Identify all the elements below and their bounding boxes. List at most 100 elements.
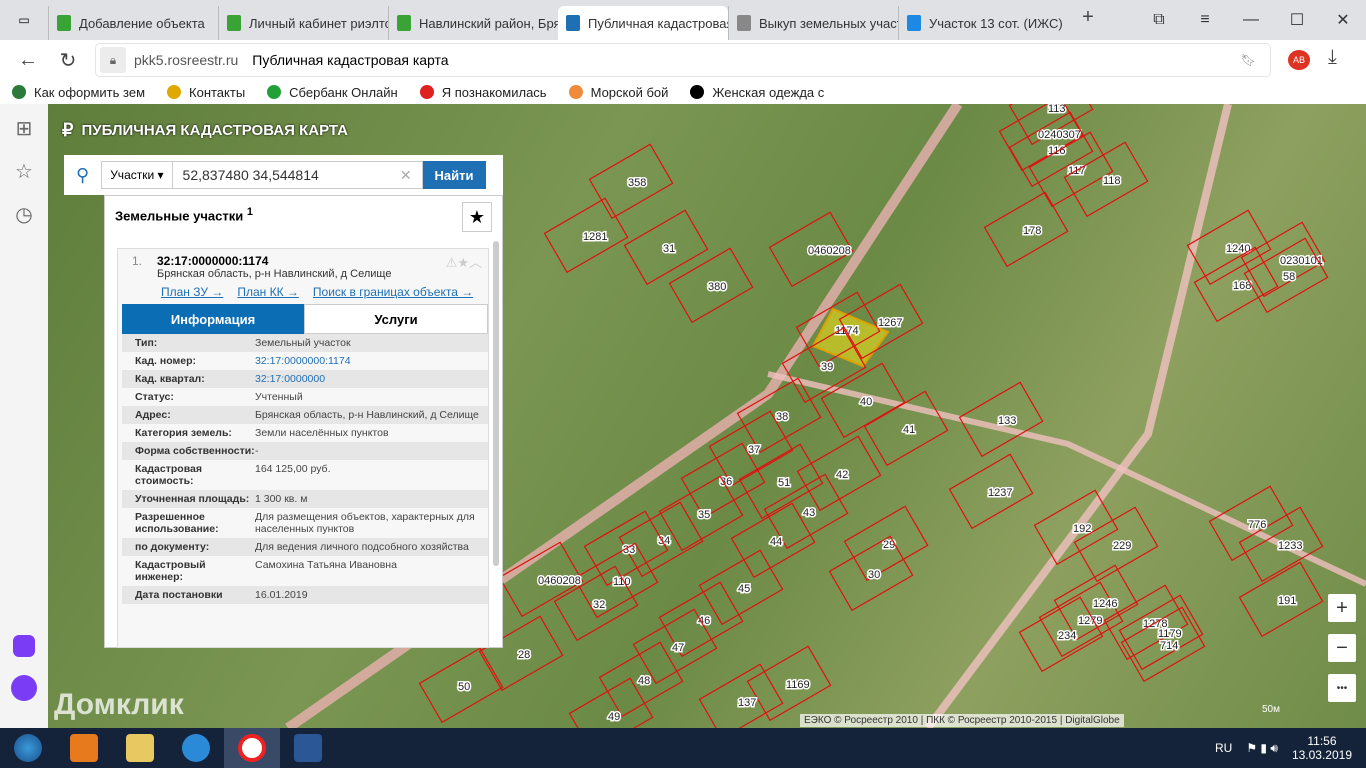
info-value: Самохина Татьяна Ивановна	[255, 559, 397, 571]
tab-info[interactable]: Информация	[122, 304, 304, 334]
info-value[interactable]: 32:17:0000000	[255, 373, 488, 385]
downloads-icon[interactable]: ⤓	[1328, 46, 1337, 69]
reload-button[interactable]: ↻	[48, 48, 88, 73]
scrollbar[interactable]	[493, 241, 499, 566]
bookmark-item[interactable]: Морской бой	[568, 85, 668, 100]
history-clock-icon[interactable]: ◷	[15, 202, 32, 227]
lock-icon: 🔒︎	[100, 47, 126, 73]
parcel-label: 1237	[988, 487, 1012, 499]
parcel-label: 48	[638, 675, 650, 687]
parcel-label: 1179	[1158, 628, 1182, 640]
tab-services[interactable]: Услуги	[304, 304, 488, 334]
info-key: Тип:	[135, 337, 158, 349]
parcel-label: 58	[1283, 271, 1295, 283]
ie-icon[interactable]	[168, 728, 224, 768]
info-row: Статус: Учтенный	[122, 388, 488, 406]
tray-icons[interactable]: ⚑ ▮ 🔊︎	[1246, 741, 1278, 756]
bookmark-item[interactable]: Сбербанк Онлайн	[267, 85, 398, 100]
tab-favicon-icon	[397, 15, 411, 31]
info-key: Кадастровый инженер:	[135, 559, 206, 583]
parcel-label: 380	[708, 281, 726, 293]
parcel-label: 776	[1248, 519, 1266, 531]
search-type-select[interactable]: Участки ▾	[101, 161, 173, 189]
browser-tab[interactable]: Публичная кадастровая карта✕	[558, 6, 728, 40]
word-icon[interactable]	[280, 728, 336, 768]
parcel-label: 137	[738, 697, 756, 709]
zoom-in-button[interactable]: +	[1328, 594, 1356, 622]
browser-tab[interactable]: Выкуп земельных участков	[728, 6, 898, 40]
plan-kk-link[interactable]: План КК →	[237, 285, 299, 299]
info-row: Категория земель: Земли населённых пункто…	[122, 424, 488, 442]
bookmark-icon[interactable]: 🔖︎	[1241, 53, 1256, 67]
tabs-panel-icon[interactable]: ▭	[0, 0, 48, 40]
info-value[interactable]: 32:17:0000000:1174	[255, 355, 488, 367]
bookmark-favicon-icon	[12, 85, 26, 99]
favorites-button[interactable]: ★	[462, 202, 492, 232]
tab-favicon-icon	[57, 15, 71, 31]
media-player-icon[interactable]	[56, 728, 112, 768]
bookmark-item[interactable]: Женская одежда с	[690, 85, 824, 100]
info-row: Дата постановки 16.01.2019	[122, 586, 488, 604]
tab-title: Навлинский район, Брянская	[419, 15, 558, 31]
result-cad-number[interactable]: 32:17:0000000:1174	[157, 254, 268, 268]
menu-icon[interactable]: ≡	[1182, 11, 1228, 29]
parcel-label: 118	[1103, 175, 1121, 187]
plan-zu-link[interactable]: План ЗУ →	[161, 285, 223, 299]
apps-grid-icon[interactable]: ⊞	[16, 116, 33, 141]
bookmark-item[interactable]: Как оформить зем	[12, 85, 145, 100]
explorer-icon[interactable]	[112, 728, 168, 768]
parcel-label: 113	[1048, 104, 1066, 115]
alice-app-icon[interactable]	[13, 635, 35, 657]
url-field[interactable]: 🔒︎ pkk5.rosreestr.ru Публичная кадастров…	[96, 44, 1270, 76]
search-in-bounds-link[interactable]: Поиск в границах объекта →	[313, 285, 473, 299]
parcel-label: 358	[628, 177, 646, 189]
close-window-button[interactable]: ✕	[1320, 10, 1366, 30]
parcel-label: 32	[593, 599, 605, 611]
info-row: Кадастровый инженер: Самохина Татьяна Ива…	[122, 556, 488, 586]
parcel-label: 29	[883, 539, 895, 551]
bookmark-item[interactable]: Я познакомилась	[419, 85, 547, 100]
browser-tab[interactable]: Участок 13 сот. (ИЖС)	[898, 6, 1068, 40]
more-button[interactable]: •••	[1328, 674, 1356, 702]
browser-tab[interactable]: Навлинский район, Брянская	[388, 6, 558, 40]
search-icon[interactable]: ⚲	[76, 165, 89, 186]
favorites-star-icon[interactable]: ☆	[15, 159, 33, 184]
back-button[interactable]: ←	[8, 49, 48, 72]
adblock-icon[interactable]: AB	[1288, 50, 1310, 70]
search-button[interactable]: Найти	[422, 161, 486, 189]
info-value: 16.01.2019	[255, 589, 308, 601]
domclick-watermark: Домклик	[54, 688, 184, 721]
info-row: Адрес: Брянская область, р-н Навлинский, …	[122, 406, 488, 424]
info-row: Кад. номер: 32:17:0000000:1174	[122, 352, 488, 370]
bookmark-item[interactable]: Контакты	[167, 85, 245, 100]
browser-tab[interactable]: Личный кабинет риэлтора	[218, 6, 388, 40]
maximize-button[interactable]: ☐	[1274, 10, 1320, 30]
clear-icon[interactable]: ✕	[400, 167, 412, 184]
zoom-out-button[interactable]: −	[1328, 634, 1356, 662]
browser-tab[interactable]: Добавление объекта	[48, 6, 218, 40]
tab-list-icon[interactable]: ⧉	[1136, 11, 1182, 29]
language-indicator[interactable]: RU	[1215, 741, 1232, 755]
app-brand: ₽ ПУБЛИЧНАЯ КАДАСТРОВАЯ КАРТА	[62, 120, 348, 141]
parcel-label: 1246	[1093, 598, 1117, 610]
alice-assistant-icon[interactable]	[11, 675, 37, 701]
parcel-label: 38	[776, 411, 788, 423]
parcel-label: 47	[672, 642, 684, 654]
info-key: Разрешенное использование:	[135, 511, 219, 535]
info-key: по документу:	[135, 541, 210, 553]
parcel-label: 39	[821, 361, 833, 373]
start-button[interactable]	[0, 728, 56, 768]
clock[interactable]: 11:56 13.03.2019	[1292, 734, 1352, 762]
bookmark-favicon-icon	[568, 85, 583, 99]
info-row: Кад. квартал: 32:17:0000000	[122, 370, 488, 388]
yandex-browser-icon[interactable]	[224, 728, 280, 768]
parcel-label: 234	[1058, 630, 1076, 642]
info-row: Разрешенное использование: Для размещения…	[122, 508, 488, 538]
info-key: Форма собственности:	[135, 445, 255, 457]
new-tab-button[interactable]: +	[1068, 6, 1108, 40]
search-input[interactable]: 52,837480 34,544814 ✕	[172, 161, 423, 189]
tab-favicon-icon	[566, 15, 580, 31]
minimize-button[interactable]: —	[1228, 11, 1274, 29]
tab-favicon-icon	[907, 15, 921, 31]
card-actions[interactable]: ⚠★︿	[446, 252, 482, 271]
